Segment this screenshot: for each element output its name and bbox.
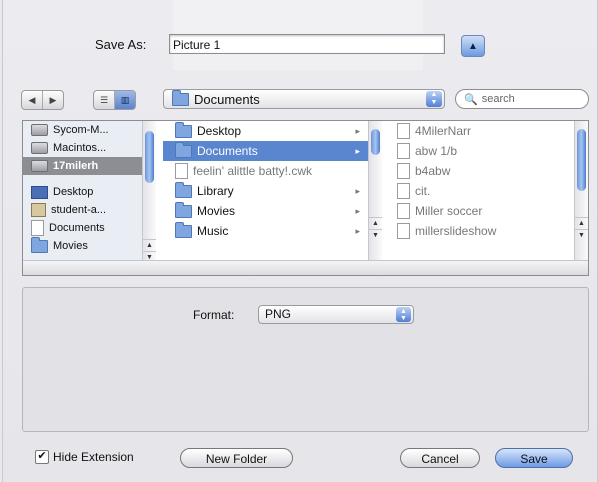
list-item[interactable]: Library ▸ — [163, 181, 368, 201]
filename-input[interactable]: Picture 1 — [169, 34, 445, 54]
format-value: PNG — [265, 307, 292, 321]
list-item[interactable]: cit. — [385, 181, 575, 201]
search-field[interactable]: 🔍 search — [455, 89, 589, 109]
document-icon — [397, 163, 410, 179]
sidebar-item-17milerh[interactable]: 17milerh — [23, 157, 155, 175]
list-item[interactable]: b4abw — [385, 161, 575, 181]
forward-arrow-icon: ▶ — [49, 94, 57, 105]
document-icon — [31, 220, 44, 236]
folder-icon — [175, 121, 192, 138]
file-browser: Sycom-M... Macintos... 17milerh Desktop … — [22, 120, 589, 276]
list-item[interactable]: abw 1/b — [385, 141, 575, 161]
sidebar-item-documents[interactable]: Documents — [23, 219, 155, 237]
column-home: Desktop ▸ Documents ▸ feelin' alittle batt… — [163, 121, 369, 261]
movie-folder-icon — [31, 236, 48, 253]
back-arrow-icon: ◀ — [28, 94, 36, 105]
scroll-up-arrow[interactable]: ▲ — [369, 217, 382, 229]
column-view-button[interactable]: ▥ — [114, 91, 135, 109]
popup-arrows-icon: ▲ ▼ — [426, 91, 442, 107]
chevron-right-icon: ▸ — [355, 225, 360, 236]
sidebar-item-macintosh[interactable]: Macintos... — [23, 139, 155, 157]
list-item[interactable]: millerslideshow — [385, 221, 575, 241]
hide-extension-label: Hide Extension — [53, 450, 134, 464]
sidebar-item-sycom[interactable]: Sycom-M... — [23, 121, 155, 139]
column-documents: 4MilerNarr abw 1/b b4abw cit. Miller soc… — [385, 121, 575, 261]
sidebar-item-desktop[interactable]: Desktop — [23, 183, 155, 201]
folder-icon — [175, 181, 192, 198]
list-item[interactable]: Documents ▸ — [163, 141, 368, 161]
home-icon — [31, 203, 46, 217]
cancel-button[interactable]: Cancel — [400, 448, 480, 468]
new-folder-button[interactable]: New Folder — [180, 448, 293, 468]
column-documents-scrollbar[interactable]: ▲ ▼ — [574, 121, 588, 261]
hard-drive-icon — [31, 142, 48, 154]
sidebar-scrollbar[interactable]: ▲ ▼ — [142, 121, 156, 261]
scroll-thumb[interactable] — [371, 129, 380, 155]
folder-icon — [175, 221, 192, 238]
scroll-up-arrow[interactable]: ▲ — [143, 239, 156, 251]
folder-icon — [172, 89, 189, 106]
back-forward-control: ◀ ▶ — [21, 90, 64, 110]
document-icon — [397, 143, 410, 159]
document-icon — [175, 163, 188, 179]
disclosure-toggle-button[interactable]: ▲ — [461, 35, 485, 57]
location-popup[interactable]: Documents ▲ ▼ — [163, 89, 445, 109]
list-item[interactable]: Music ▸ — [163, 221, 368, 241]
network-drive-icon — [31, 160, 48, 172]
horizontal-scrollbar[interactable] — [23, 260, 588, 275]
chevron-right-icon: ▸ — [355, 125, 360, 136]
chevron-right-icon: ▸ — [355, 205, 360, 216]
scroll-thumb[interactable] — [577, 129, 586, 191]
list-item[interactable]: Movies ▸ — [163, 201, 368, 221]
hide-extension-checkbox[interactable]: ✔ Hide Extension — [35, 450, 134, 464]
sidebar: Sycom-M... Macintos... 17milerh Desktop … — [23, 121, 156, 261]
chevron-right-icon: ▸ — [355, 185, 360, 196]
list-view-button[interactable]: ☰ — [94, 91, 114, 109]
checkmark-icon: ✔ — [35, 450, 49, 464]
format-label: Format: — [193, 308, 235, 322]
location-label: Documents — [194, 91, 260, 107]
desktop-icon — [31, 185, 48, 199]
chevron-right-icon: ▸ — [355, 145, 360, 156]
view-mode-control: ☰ ▥ — [93, 90, 136, 110]
scroll-thumb[interactable] — [145, 131, 154, 183]
save-button[interactable]: Save — [495, 448, 573, 468]
column-view-icon: ▥ — [120, 94, 130, 105]
sidebar-item-student[interactable]: student-a... — [23, 201, 155, 219]
list-item[interactable]: Desktop ▸ — [163, 121, 368, 141]
format-popup[interactable]: PNG ▲ ▼ — [258, 305, 414, 324]
triangle-up-icon: ▲ — [468, 40, 478, 52]
popup-arrows-icon: ▲ ▼ — [396, 307, 411, 322]
back-button[interactable]: ◀ — [22, 91, 42, 109]
document-icon — [397, 203, 410, 219]
scroll-up-arrow[interactable]: ▲ — [575, 217, 588, 229]
scroll-down-arrow[interactable]: ▼ — [575, 229, 588, 241]
list-item[interactable]: feelin' alittle batty!.cwk — [163, 161, 368, 181]
search-placeholder: search — [481, 93, 515, 105]
list-item[interactable]: 4MilerNarr — [385, 121, 575, 141]
save-as-label: Save As: — [95, 37, 147, 52]
document-icon — [397, 223, 410, 239]
sidebar-item-movies[interactable]: Movies — [23, 236, 155, 255]
document-icon — [397, 123, 410, 139]
scroll-down-arrow[interactable]: ▼ — [369, 229, 382, 241]
list-item[interactable]: Miller soccer — [385, 201, 575, 221]
document-icon — [397, 183, 410, 199]
save-dialog: Save As: Picture 1 ▲ ◀ ▶ ☰ ▥ Documents ▲… — [2, 0, 598, 482]
list-view-icon: ☰ — [99, 94, 109, 105]
folder-icon — [175, 141, 192, 158]
column-home-scrollbar[interactable]: ▲ ▼ — [368, 121, 382, 261]
hard-drive-icon — [31, 124, 48, 136]
search-icon: 🔍 — [464, 93, 478, 106]
folder-icon — [175, 201, 192, 218]
forward-button[interactable]: ▶ — [42, 91, 63, 109]
